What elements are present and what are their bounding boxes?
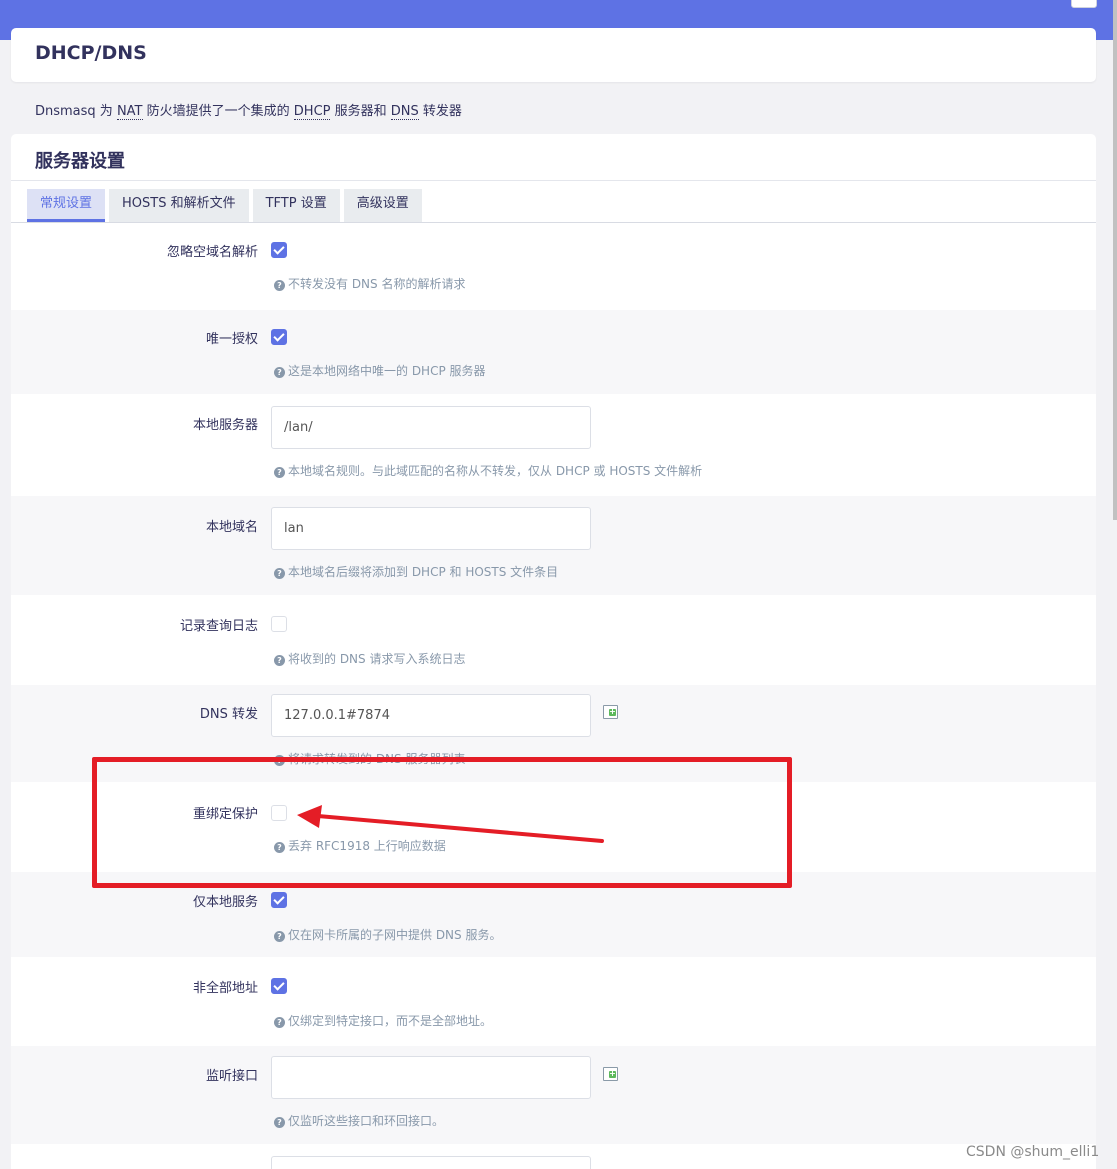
field-help: ? 仅绑定到特定接口，而不是全部地址。 [274,1012,492,1029]
description-text: 服务器和 [330,104,391,119]
server-settings-card: 服务器设置 常规设置 HOSTS 和解析文件 TFTP 设置 高级设置 忽略空域… [11,134,1096,1169]
row-next-field [11,1144,1096,1169]
field-help: ? 本地域名后缀将添加到 DHCP 和 HOSTS 文件条目 [274,563,558,580]
settings-tabs: 常规设置 HOSTS 和解析文件 TFTP 设置 高级设置 [27,189,426,222]
field-label: 唯一授权 [205,332,258,347]
question-circle-icon: ? [274,1017,285,1028]
row-logqueries: 记录查询日志 ? 将收到的 DNS 请求写入系统日志 [11,595,1096,685]
help-text: 仅监听这些接口和环回接口。 [288,1114,445,1128]
field-label: 忽略空域名解析 [166,245,258,260]
help-text: 这是本地网络中唯一的 DHCP 服务器 [288,364,486,378]
localservice-checkbox[interactable] [271,892,287,908]
field-help: ? 仅监听这些接口和环回接口。 [274,1112,444,1129]
abbr-nat: NAT [116,104,143,120]
tab-tftp[interactable]: TFTP 设置 [252,189,340,222]
local-domain-input[interactable]: lan [271,507,591,550]
page-title: DHCP/DNS [35,42,147,64]
row-domainneeded: 忽略空域名解析 ? 不转发没有 DNS 名称的解析请求 [11,223,1096,310]
help-text: 不转发没有 DNS 名称的解析请求 [288,277,466,291]
row-local-domain: 本地域名 lan ? 本地域名后缀将添加到 DHCP 和 HOSTS 文件条目 [11,496,1096,595]
local-server-input[interactable]: /lan/ [271,406,591,449]
row-authoritative: 唯一授权 ? 这是本地网络中唯一的 DHCP 服务器 [11,310,1096,394]
field-label: 记录查询日志 [179,619,258,634]
question-circle-icon: ? [274,280,285,291]
abbr-dhcp: DHCP [293,104,331,120]
question-circle-icon: ? [274,568,285,579]
description-text: 转发器 [418,104,462,119]
tab-hosts-resolv[interactable]: HOSTS 和解析文件 [109,189,249,222]
tab-general[interactable]: 常规设置 [27,189,106,222]
refresh-button[interactable] [1071,0,1097,8]
domainneeded-checkbox[interactable] [271,242,287,258]
field-label: 本地服务器 [192,418,258,433]
watermark: CSDN @shum_elli1 [966,1144,1100,1160]
scrollbar[interactable] [1113,0,1117,520]
tab-advanced[interactable]: 高级设置 [343,189,422,222]
row-nonwildcard: 非全部地址 ? 仅绑定到特定接口，而不是全部地址。 [11,957,1096,1046]
question-circle-icon: ? [274,367,285,378]
field-help: ? 这是本地网络中唯一的 DHCP 服务器 [274,362,486,379]
dns-forward-input[interactable]: 127.0.0.1#7874 [271,694,591,737]
help-text: 本地域名规则。与此域匹配的名称从不转发，仅从 DHCP 或 HOSTS 文件解析 [288,464,703,478]
logqueries-checkbox[interactable] [271,616,287,632]
divider [11,180,1096,181]
help-text: 将收到的 DNS 请求写入系统日志 [288,652,466,666]
field-help: ? 仅在网卡所属的子网中提供 DNS 服务。 [274,926,501,943]
question-circle-icon: ? [274,655,285,666]
page-title-card: DHCP/DNS [11,28,1096,82]
interface-input[interactable] [271,1056,591,1099]
abbr-dns: DNS [390,104,419,120]
field-label: 监听接口 [205,1069,258,1084]
help-text: 仅绑定到特定接口，而不是全部地址。 [288,1014,493,1028]
help-text: 仅在网卡所属的子网中提供 DNS 服务。 [288,928,502,942]
annotation-highlight-box [92,757,792,888]
add-entry-icon[interactable] [603,705,618,719]
field-label: 仅本地服务 [192,895,258,910]
help-text: 本地域名后缀将添加到 DHCP 和 HOSTS 文件条目 [288,565,559,579]
question-circle-icon: ? [274,1117,285,1128]
field-label: 本地域名 [205,520,258,535]
field-help: ? 不转发没有 DNS 名称的解析请求 [274,275,465,292]
description-text: 防火墙提供了一个集成的 [142,104,294,119]
add-entry-icon[interactable] [603,1067,618,1081]
field-help: ? 本地域名规则。与此域匹配的名称从不转发，仅从 DHCP 或 HOSTS 文件解… [274,462,702,479]
field-label: DNS 转发 [199,707,258,722]
row-interface: 监听接口 ?仅监听这些接口和环回接口。 [11,1046,1096,1144]
description-text: Dnsmasq 为 [35,104,117,119]
field-label: 非全部地址 [192,981,258,996]
next-field-input[interactable] [271,1156,591,1169]
nonwildcard-checkbox[interactable] [271,978,287,994]
row-local-server: 本地服务器 /lan/ ? 本地域名规则。与此域匹配的名称从不转发，仅从 DHCP… [11,394,1096,496]
question-circle-icon: ? [274,931,285,942]
authoritative-checkbox[interactable] [271,329,287,345]
section-title: 服务器设置 [35,151,125,172]
question-circle-icon: ? [274,467,285,478]
field-help: ? 将收到的 DNS 请求写入系统日志 [274,650,465,667]
page-description: Dnsmasq 为 NAT 防火墙提供了一个集成的 DHCP 服务器和 DNS … [35,100,462,120]
